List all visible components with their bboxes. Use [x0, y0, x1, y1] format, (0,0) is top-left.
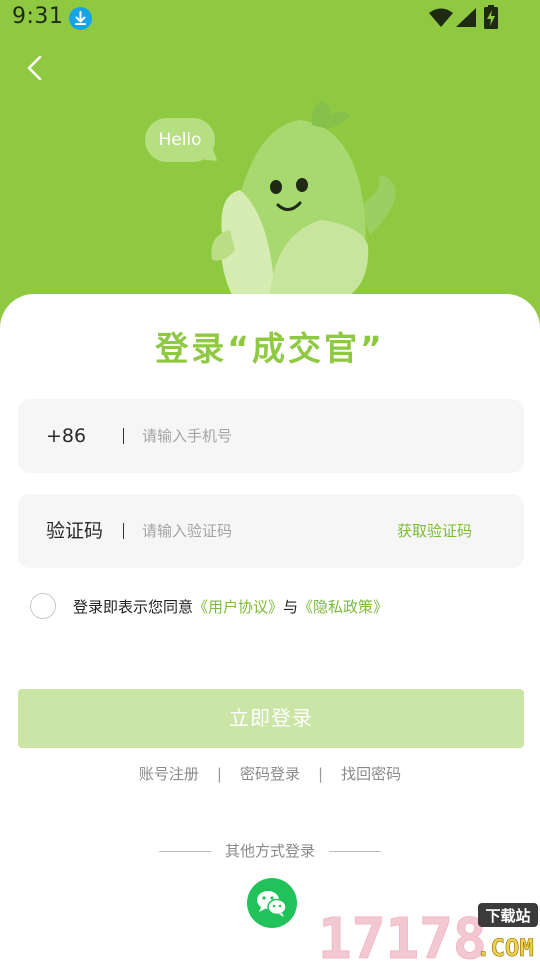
- field-divider: [123, 523, 124, 539]
- find-password-link[interactable]: 找回密码: [341, 765, 401, 783]
- agreement-checkbox[interactable]: [30, 593, 56, 619]
- watermark-number: 17178: [318, 907, 487, 960]
- status-time: 9:31: [12, 4, 64, 29]
- field-divider: [123, 428, 124, 444]
- wechat-icon: [257, 891, 287, 917]
- get-code-button[interactable]: 获取验证码: [397, 494, 472, 568]
- watermark-suffix: .COM: [476, 934, 534, 960]
- agreement-text: 登录即表示您同意《用户协议》与《隐私政策》: [73, 596, 388, 617]
- country-code[interactable]: +86: [46, 399, 86, 473]
- divider-line: [158, 851, 211, 852]
- phone-field: +86: [18, 399, 524, 473]
- download-notification-icon: [69, 7, 92, 30]
- login-button[interactable]: 立即登录: [18, 689, 524, 748]
- auth-links: 账号注册 | 密码登录 | 找回密码: [0, 763, 540, 784]
- divider-line: [329, 851, 381, 852]
- other-login-divider: 其他方式登录: [0, 840, 540, 861]
- agreement-row: 登录即表示您同意《用户协议》与《隐私政策》: [30, 592, 530, 620]
- mascot-image: [200, 95, 410, 310]
- other-login-label: 其他方式登录: [224, 842, 315, 860]
- phone-input[interactable]: [142, 419, 372, 453]
- password-login-link[interactable]: 密码登录: [240, 765, 300, 783]
- page-title: 登录“成交官”: [155, 329, 385, 368]
- watermark-site-label: 下载站: [485, 907, 530, 925]
- privacy-policy-link[interactable]: 《隐私政策》: [298, 598, 388, 616]
- agreement-prefix: 登录即表示您同意: [73, 598, 194, 616]
- wifi-icon: [428, 8, 454, 32]
- code-input[interactable]: [142, 514, 372, 548]
- link-separator: |: [318, 765, 324, 783]
- chevron-left-icon: [27, 55, 42, 81]
- status-bar: 9:31: [0, 0, 540, 36]
- watermark-logo: 17178 下载站 .COM: [316, 900, 540, 964]
- signal-icon: [455, 7, 477, 32]
- register-link[interactable]: 账号注册: [139, 765, 199, 783]
- back-button[interactable]: [16, 48, 56, 88]
- agreement-conjunction: 与: [283, 598, 299, 616]
- wechat-login-button[interactable]: [247, 878, 297, 928]
- user-agreement-link[interactable]: 《用户协议》: [193, 598, 283, 616]
- link-separator: |: [216, 765, 222, 783]
- code-label: 验证码: [46, 520, 104, 542]
- battery-charging-icon: [484, 5, 498, 33]
- code-field: 验证码 获取验证码: [18, 494, 524, 568]
